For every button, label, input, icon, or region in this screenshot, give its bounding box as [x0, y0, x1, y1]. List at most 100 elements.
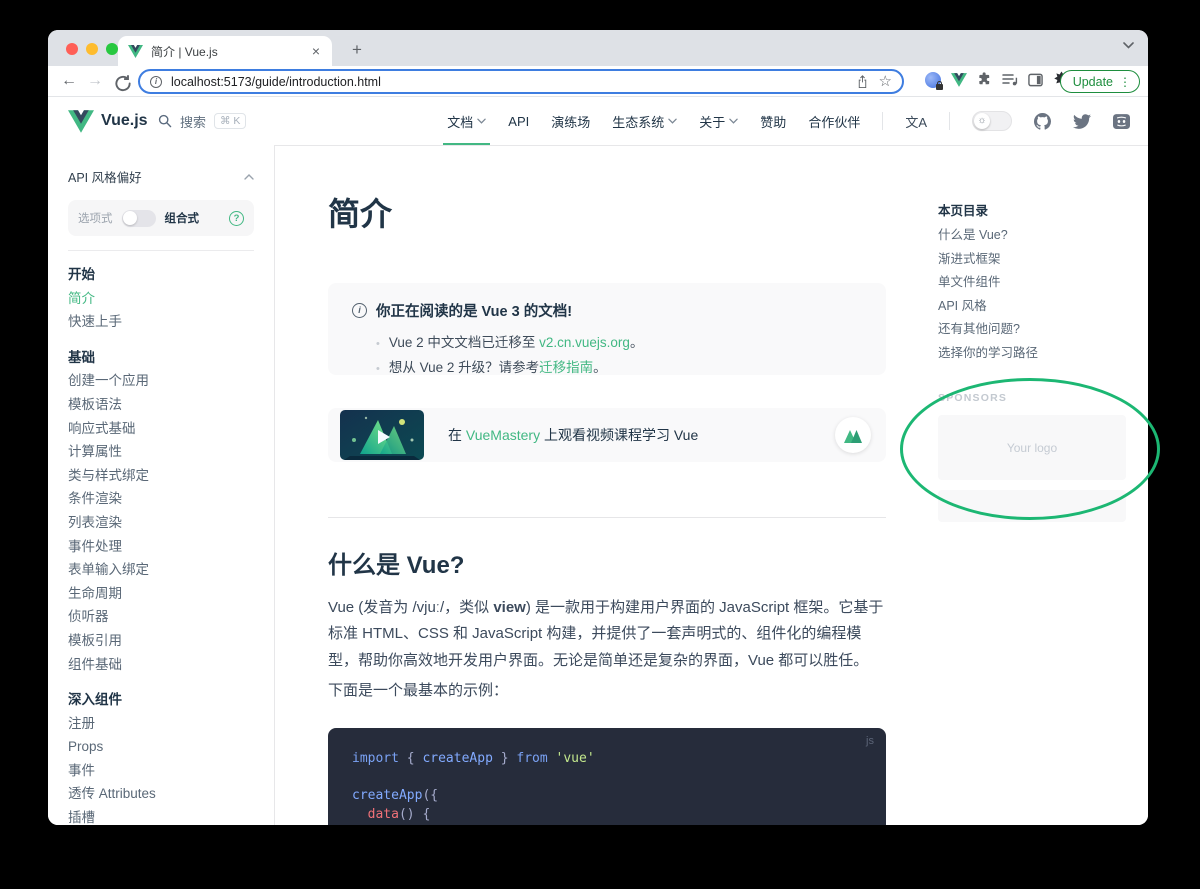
navbar-link[interactable]: 合作伙伴 — [808, 97, 860, 145]
info-bullet: • 想从 Vue 2 升级？请参考迁移指南。 — [352, 356, 862, 381]
side-panel-icon[interactable] — [1028, 73, 1043, 87]
sidebar-item[interactable]: 事件 — [68, 759, 254, 783]
navbar-link[interactable]: 赞助 — [760, 97, 786, 145]
sidebar-item-label: 组件基础 — [68, 657, 122, 672]
navbar-link-label: 文档 — [447, 112, 473, 131]
new-tab-button[interactable]: + — [344, 37, 370, 63]
close-window-button[interactable] — [66, 43, 78, 55]
extensions-puzzle-icon[interactable] — [977, 72, 992, 87]
sidebar-item-label: 注册 — [68, 716, 95, 731]
sidebar-item[interactable]: 组件基础 — [68, 653, 254, 677]
sidebar-item-label: 模板引用 — [68, 633, 122, 648]
github-icon — [1034, 113, 1051, 130]
sidebar-item[interactable]: 模板引用 — [68, 629, 254, 653]
sidebar-item[interactable]: 计算属性 — [68, 440, 254, 464]
theme-toggle[interactable]: ☼ — [972, 111, 1012, 131]
code-block[interactable]: js import { createApp } from 'vue' creat… — [328, 728, 886, 825]
bookmark-star-icon[interactable]: ☆ — [879, 74, 892, 89]
tab-close-icon[interactable]: × — [310, 43, 322, 59]
tab-search-chevron-icon[interactable] — [1123, 42, 1134, 49]
sidebar-item[interactable]: 响应式基础 — [68, 417, 254, 441]
reload-icon[interactable] — [112, 69, 134, 93]
help-icon[interactable]: ? — [229, 211, 244, 226]
sidebar-item[interactable]: 类与样式绑定 — [68, 464, 254, 488]
sponsor-placeholder-partial[interactable] — [938, 490, 1126, 522]
api-preference-title[interactable]: API 风格偏好 — [68, 167, 254, 186]
discord-link[interactable] — [1113, 114, 1130, 129]
bullet-link[interactable]: 迁移指南 — [539, 360, 593, 375]
navbar-link[interactable]: 生态系统 — [612, 97, 677, 145]
toc-item[interactable]: 选择你的学习路径 — [938, 342, 1038, 366]
vue-logo[interactable]: Vue.js — [68, 97, 148, 145]
sidebar-item[interactable]: 开始 — [68, 263, 254, 287]
sidebar-item[interactable]: 简介 — [68, 287, 254, 311]
translate-icon[interactable]: 文A — [905, 112, 927, 131]
sidebar-item-label: 透传 Attributes — [68, 786, 156, 801]
share-icon[interactable] — [856, 74, 869, 89]
chevron-down-icon — [668, 118, 677, 124]
example-lead-paragraph: 下面是一个最基本的示例： — [328, 679, 886, 700]
vue-favicon-icon — [128, 45, 143, 58]
sidebar-item[interactable]: 侦听器 — [68, 605, 254, 629]
vuemastery-banner[interactable]: 在 VueMastery 上观看视频课程学习 Vue — [328, 408, 886, 462]
navbar-link-label: 生态系统 — [612, 112, 664, 131]
info-icon: i — [352, 303, 367, 318]
vpn-extension-icon[interactable] — [925, 72, 941, 88]
navbar-link[interactable]: 文档 — [447, 97, 486, 145]
toc-item[interactable]: 渐进式框架 — [938, 248, 1038, 272]
sidebar-item[interactable]: 表单输入绑定 — [68, 558, 254, 582]
sidebar-item[interactable]: 创建一个应用 — [68, 369, 254, 393]
url-bar[interactable]: i localhost:5173/guide/introduction.html… — [138, 69, 904, 94]
minimize-window-button[interactable] — [86, 43, 98, 55]
sidebar-item[interactable]: 插槽 — [68, 806, 254, 825]
sidebar-item-label: 模板语法 — [68, 397, 122, 412]
toc-item[interactable]: API 风格 — [938, 295, 1038, 319]
sidebar-item[interactable]: 深入组件 — [68, 688, 254, 712]
browser-tab[interactable]: 简介 | Vue.js × — [118, 36, 332, 66]
navbar-link[interactable]: API — [508, 97, 529, 145]
forward-button[interactable]: → — [84, 69, 106, 93]
vuemastery-link[interactable]: VueMastery — [466, 427, 540, 443]
toc-item[interactable]: 还有其他问题? — [938, 318, 1038, 342]
twitter-link[interactable] — [1073, 114, 1091, 129]
sidebar-item[interactable]: 透传 Attributes — [68, 782, 254, 806]
back-button[interactable]: ← — [58, 69, 80, 93]
sponsor-placeholder[interactable]: Your logo — [938, 415, 1126, 480]
sidebar-item[interactable]: 生命周期 — [68, 582, 254, 606]
twitter-icon — [1073, 114, 1091, 129]
api-style-toggle[interactable] — [122, 210, 156, 227]
url-text[interactable]: localhost:5173/guide/introduction.html — [171, 75, 846, 89]
sponsors-label: SPONSORS — [938, 392, 1007, 404]
toc-item-label: 还有其他问题? — [938, 322, 1020, 336]
navbar-separator — [949, 112, 950, 130]
sidebar-item[interactable]: 快速上手 — [68, 310, 254, 334]
toc-item[interactable]: 什么是 Vue? — [938, 224, 1038, 248]
navbar-items: 文档 API 演练场 — [447, 97, 1130, 145]
sidebar-item[interactable]: Props — [68, 735, 254, 759]
bullet-link[interactable]: v2.cn.vuejs.org — [539, 335, 630, 350]
sidebar-item[interactable]: 基础 — [68, 346, 254, 370]
search-button[interactable]: 搜索 ⌘ K — [158, 97, 246, 145]
toc-item[interactable]: 单文件组件 — [938, 271, 1038, 295]
sidebar-item[interactable]: 注册 — [68, 712, 254, 736]
toc-item-label: 单文件组件 — [938, 275, 1001, 289]
zoom-window-button[interactable] — [106, 43, 118, 55]
chrome-update-button[interactable]: Update ⋮ — [1060, 70, 1140, 93]
navbar-link[interactable]: 关于 — [699, 97, 738, 145]
tab-strip: 简介 | Vue.js × + — [48, 30, 1148, 66]
vuemastery-video-thumbnail[interactable] — [340, 410, 424, 460]
reading-list-icon[interactable] — [1002, 73, 1018, 87]
browser-menu-dots-icon[interactable]: ⋮ — [1119, 75, 1131, 89]
sidebar-item[interactable]: 条件渲染 — [68, 487, 254, 511]
sidebar-item-label: 生命周期 — [68, 586, 122, 601]
sidebar-item[interactable]: 事件处理 — [68, 535, 254, 559]
navbar-link[interactable]: 演练场 — [551, 97, 590, 145]
navbar-link-label: 关于 — [699, 112, 725, 131]
sidebar-item[interactable]: 模板语法 — [68, 393, 254, 417]
site-info-icon[interactable]: i — [150, 76, 162, 88]
github-link[interactable] — [1034, 113, 1051, 130]
sidebar-item[interactable]: 列表渲染 — [68, 511, 254, 535]
composition-api-label[interactable]: 组合式 — [165, 210, 200, 226]
vue-devtools-extension-icon[interactable] — [951, 73, 967, 87]
options-api-label[interactable]: 选项式 — [78, 210, 113, 226]
